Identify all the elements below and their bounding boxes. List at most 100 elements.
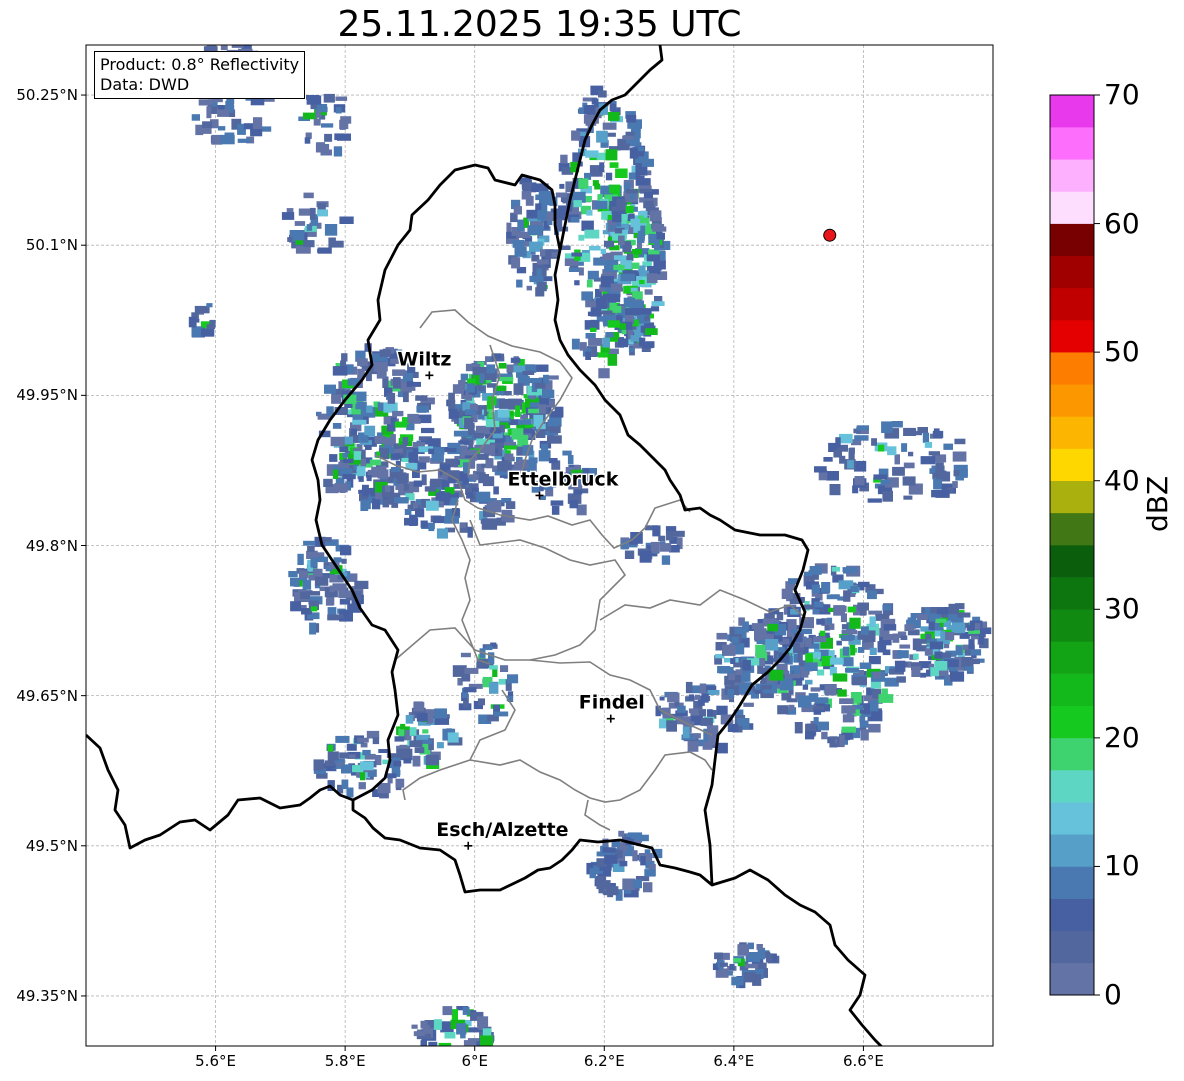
echo-cell <box>303 540 316 546</box>
echo-cell <box>528 408 539 414</box>
echo-cell <box>507 674 519 684</box>
echo-cell <box>883 624 897 631</box>
echo-cell <box>607 320 620 328</box>
echo-cell <box>829 623 835 630</box>
echo-cell <box>800 670 809 678</box>
echo-cell <box>416 405 429 413</box>
echo-cell <box>463 1040 479 1046</box>
echo-cell <box>816 618 825 625</box>
echo-cell <box>618 830 625 837</box>
echo-cell <box>854 476 865 486</box>
echo-cell <box>873 671 881 679</box>
echo-cell <box>442 1006 453 1016</box>
echo-cell <box>514 461 529 469</box>
echo-cell <box>719 962 728 967</box>
echo-cell <box>327 607 337 616</box>
echo-cell <box>396 749 411 758</box>
echo-cell <box>506 222 512 234</box>
echo-cell <box>387 424 396 432</box>
echo-cell <box>585 300 596 308</box>
echo-cell <box>352 419 367 425</box>
echo-cell <box>814 466 827 473</box>
echo-cell <box>375 492 383 500</box>
echo-cell <box>952 451 967 462</box>
echo-cell <box>878 694 894 703</box>
echo-cell <box>882 634 896 640</box>
echo-cell <box>932 430 944 438</box>
echo-cell <box>901 443 908 452</box>
echo-cell <box>615 168 628 178</box>
echo-cell <box>485 645 493 651</box>
echo-cell <box>777 705 789 715</box>
echo-cell <box>599 162 605 173</box>
echo-cell <box>626 114 637 123</box>
echo-cell <box>421 474 427 486</box>
echo-cell <box>852 676 867 686</box>
echo-cell <box>323 478 333 487</box>
echo-cell <box>562 450 572 456</box>
echo-cell <box>869 647 877 655</box>
echo-cell <box>845 668 860 673</box>
echo-cell <box>832 673 848 682</box>
echo-cell <box>243 123 254 130</box>
echo-cell <box>516 279 523 288</box>
echo-cell <box>522 232 528 238</box>
echo-cell <box>858 581 870 587</box>
echo-cell <box>372 737 380 745</box>
echo-cell <box>220 45 228 51</box>
echo-cell <box>957 612 971 618</box>
colorbar-segment <box>1050 480 1094 514</box>
echo-cell <box>693 733 701 739</box>
echo-cell <box>339 446 349 452</box>
city-label: Ettelbruck <box>508 468 619 490</box>
echo-cell <box>858 647 865 653</box>
echo-cell <box>590 327 597 332</box>
echo-cell <box>935 489 950 498</box>
echo-cell <box>843 590 851 602</box>
echo-cell <box>448 392 455 402</box>
echo-cell <box>588 338 603 346</box>
echo-cell <box>819 630 826 637</box>
echo-cell <box>202 121 213 128</box>
echo-cell <box>188 316 197 328</box>
echo-cell <box>833 605 845 616</box>
echo-cell <box>316 142 326 149</box>
echo-cell <box>479 373 485 384</box>
echo-cell <box>604 854 618 864</box>
echo-cell <box>335 106 342 114</box>
echo-cell <box>714 952 723 960</box>
echo-cell <box>632 850 638 862</box>
echo-cell <box>908 451 914 457</box>
echo-cell <box>506 364 514 373</box>
echo-cell <box>913 653 919 660</box>
echo-cell <box>842 646 850 656</box>
echo-cell <box>903 462 915 469</box>
echo-cell <box>849 617 861 629</box>
echo-cell <box>217 109 230 117</box>
echo-cell <box>594 200 608 209</box>
echo-cell <box>585 333 596 339</box>
echo-cell <box>332 583 347 591</box>
echo-cell <box>492 669 498 677</box>
echo-cell <box>324 760 335 766</box>
echo-cell <box>841 705 856 714</box>
colorbar-segment <box>1050 737 1094 771</box>
echo-cell <box>513 383 524 395</box>
colorbar-tick-label: 10 <box>1104 849 1140 883</box>
echo-cell <box>649 210 662 222</box>
echo-cell <box>340 116 352 124</box>
echo-cell <box>882 649 891 656</box>
colorbar-segment <box>1050 770 1094 803</box>
echo-cell <box>510 357 521 363</box>
product-label: Product: 0.8° Reflectivity <box>100 55 300 74</box>
echo-cell <box>769 669 784 681</box>
echo-cell <box>358 782 366 790</box>
echo-cell <box>630 218 640 228</box>
echo-cell <box>459 523 466 528</box>
echo-cell <box>497 409 510 418</box>
echo-cell <box>526 285 532 291</box>
echo-cell <box>324 133 333 142</box>
echo-cell <box>813 601 824 608</box>
echo-cell <box>863 695 873 702</box>
echo-cell <box>743 702 754 707</box>
